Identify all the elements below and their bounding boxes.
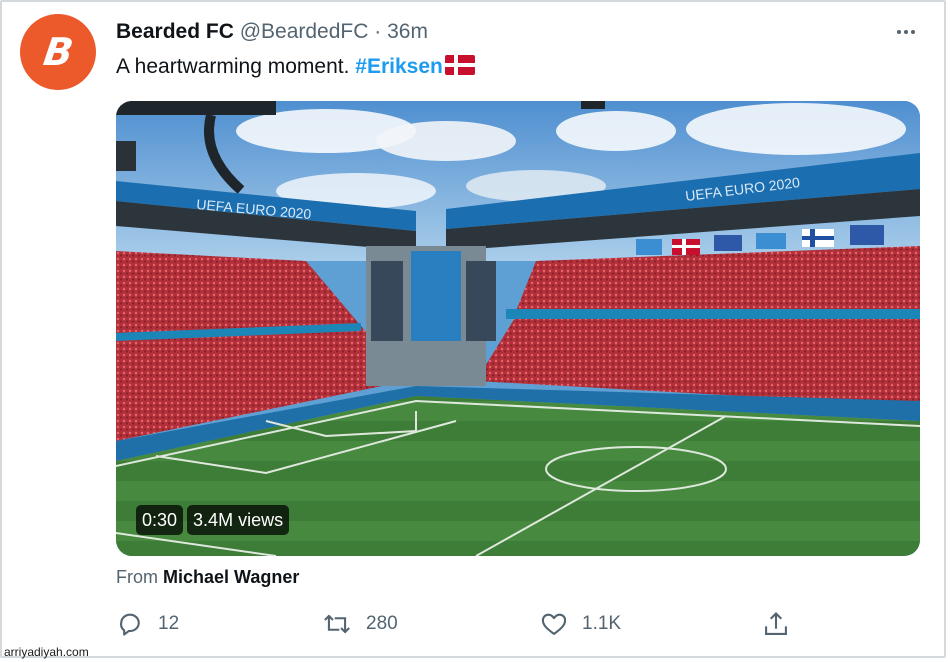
attribution-name[interactable]: Michael Wagner: [163, 567, 299, 587]
like-count: 1.1K: [582, 613, 622, 634]
display-name[interactable]: Bearded FC: [116, 20, 234, 43]
reply-icon: [120, 613, 140, 636]
handle[interactable]: @BeardedFC: [240, 20, 369, 43]
video-duration: 0:30: [136, 505, 184, 535]
hashtag-link[interactable]: #Eriksen: [355, 55, 443, 78]
retweet-count: 280: [366, 613, 398, 634]
watermark: arriyadiyah.com: [4, 645, 89, 659]
video-attribution: From Michael Wagner: [116, 566, 299, 588]
share-icon: [765, 612, 787, 635]
retweet-icon: [324, 614, 350, 634]
separator: ·: [374, 20, 382, 43]
avatar[interactable]: B: [20, 14, 96, 90]
video-views: 3.4M views: [187, 505, 290, 535]
retweet-button[interactable]: 280: [322, 610, 398, 638]
share-button[interactable]: [762, 610, 790, 638]
video-player[interactable]: UEFA EURO 2020 UEFA EURO 2020 0:30 3.4M …: [116, 101, 920, 556]
denmark-flag-icon: [444, 55, 475, 75]
reply-button[interactable]: 12: [116, 610, 179, 638]
more-options-icon[interactable]: [890, 22, 922, 42]
tweet-text: A heartwarming moment. #Eriksen: [116, 53, 475, 81]
timestamp[interactable]: 36m: [387, 20, 428, 43]
video-info-badges: 0:30 3.4M views: [136, 505, 290, 535]
heart-icon: [541, 613, 567, 635]
stadium-video-frame: UEFA EURO 2020 UEFA EURO 2020: [116, 101, 920, 556]
tweet-header: Bearded FC @BeardedFC · 36m: [116, 19, 428, 45]
tweet-body: A heartwarming moment.: [116, 55, 350, 78]
avatar-letter: B: [40, 30, 76, 74]
reply-count: 12: [158, 613, 180, 634]
like-button[interactable]: 1.1K: [540, 610, 621, 638]
attribution-label: From: [116, 567, 158, 587]
